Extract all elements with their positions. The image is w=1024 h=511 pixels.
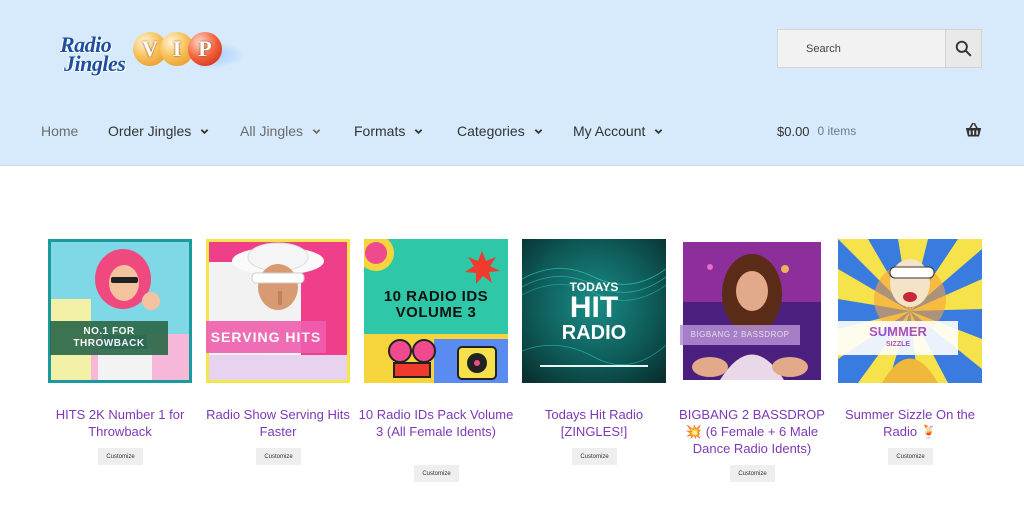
product-title[interactable]: Summer Sizzle On the Radio 🍹 bbox=[830, 406, 990, 440]
search-field[interactable] bbox=[777, 29, 945, 68]
cart-count: 0 items bbox=[817, 124, 857, 138]
main-nav: Home Order Jingles All Jingles Formats C… bbox=[41, 122, 673, 140]
product-image bbox=[680, 239, 824, 383]
customize-button[interactable]: Customize bbox=[98, 448, 143, 465]
nav-formats[interactable]: Formats bbox=[354, 123, 457, 139]
logo-vip-ball: P bbox=[188, 32, 222, 66]
thumb-caption: SUMMER SIZZLE bbox=[838, 321, 958, 355]
product-thumbnail[interactable]: SUMMER SIZZLE bbox=[838, 239, 982, 383]
product-image bbox=[206, 239, 350, 383]
product-thumbnail[interactable]: SERVING HITS bbox=[206, 239, 350, 383]
search-icon bbox=[955, 40, 972, 57]
cart-amount: $0.00 bbox=[777, 123, 810, 139]
product-image bbox=[48, 239, 192, 383]
product-image bbox=[838, 239, 982, 383]
search-input[interactable] bbox=[778, 30, 945, 67]
nav-my-account[interactable]: My Account bbox=[573, 123, 673, 139]
thumb-caption: SERVING HITS bbox=[206, 321, 326, 353]
nav-all-jingles[interactable]: All Jingles bbox=[240, 123, 354, 139]
thumb-caption: 10 RADIO IDS VOLUME 3 bbox=[383, 288, 489, 321]
product-thumbnail[interactable]: NO.1 FOR THROWBACK bbox=[48, 239, 192, 383]
chevron-down-icon bbox=[655, 128, 663, 134]
thumb-caption: NO.1 FOR THROWBACK bbox=[50, 321, 168, 355]
product-title[interactable]: HITS 2K Number 1 for Throwback bbox=[40, 406, 200, 440]
customize-button[interactable]: Customize bbox=[888, 448, 933, 465]
customize-button[interactable]: Customize bbox=[414, 465, 459, 482]
product-title[interactable]: Radio Show Serving Hits Faster bbox=[198, 406, 358, 440]
product-thumbnail[interactable]: 10 RADIO IDS VOLUME 3 bbox=[364, 239, 508, 383]
logo-text-jingles: Jingles bbox=[64, 51, 126, 76]
site-logo[interactable]: V I P Radio Jingles bbox=[50, 26, 245, 82]
product-title[interactable]: Todays Hit Radio [ZINGLES!] bbox=[514, 406, 674, 440]
search-button[interactable] bbox=[945, 29, 982, 68]
thumb-caption: BIGBANG 2 BASSDROP bbox=[680, 325, 800, 345]
chevron-down-icon bbox=[200, 128, 209, 134]
nav-order-jingles[interactable]: Order Jingles bbox=[108, 123, 240, 139]
chevron-down-icon bbox=[415, 128, 423, 134]
chevron-down-icon bbox=[534, 128, 542, 134]
product-thumbnail[interactable]: TODAYS HIT RADIO bbox=[522, 239, 666, 383]
cart-summary[interactable]: $0.00 0 items bbox=[777, 122, 856, 140]
customize-button[interactable]: Customize bbox=[572, 448, 617, 465]
customize-button[interactable]: Customize bbox=[730, 465, 775, 482]
site-header: V I P Radio Jingles Home Order Jingles A… bbox=[0, 0, 1024, 166]
chevron-down-icon bbox=[312, 128, 321, 134]
product-title[interactable]: 10 Radio IDs Pack Volume 3 (All Female I… bbox=[356, 406, 516, 440]
thumb-caption: TODAYS HIT RADIO bbox=[561, 280, 627, 345]
nav-home[interactable]: Home bbox=[41, 123, 108, 139]
customize-button[interactable]: Customize bbox=[256, 448, 301, 465]
nav-categories[interactable]: Categories bbox=[457, 123, 573, 139]
basket-icon[interactable] bbox=[965, 122, 982, 139]
product-title[interactable]: BIGBANG 2 BASSDROP 💥 (6 Female + 6 Male … bbox=[672, 406, 832, 457]
product-thumbnail[interactable]: BIGBANG 2 BASSDROP bbox=[680, 239, 824, 383]
